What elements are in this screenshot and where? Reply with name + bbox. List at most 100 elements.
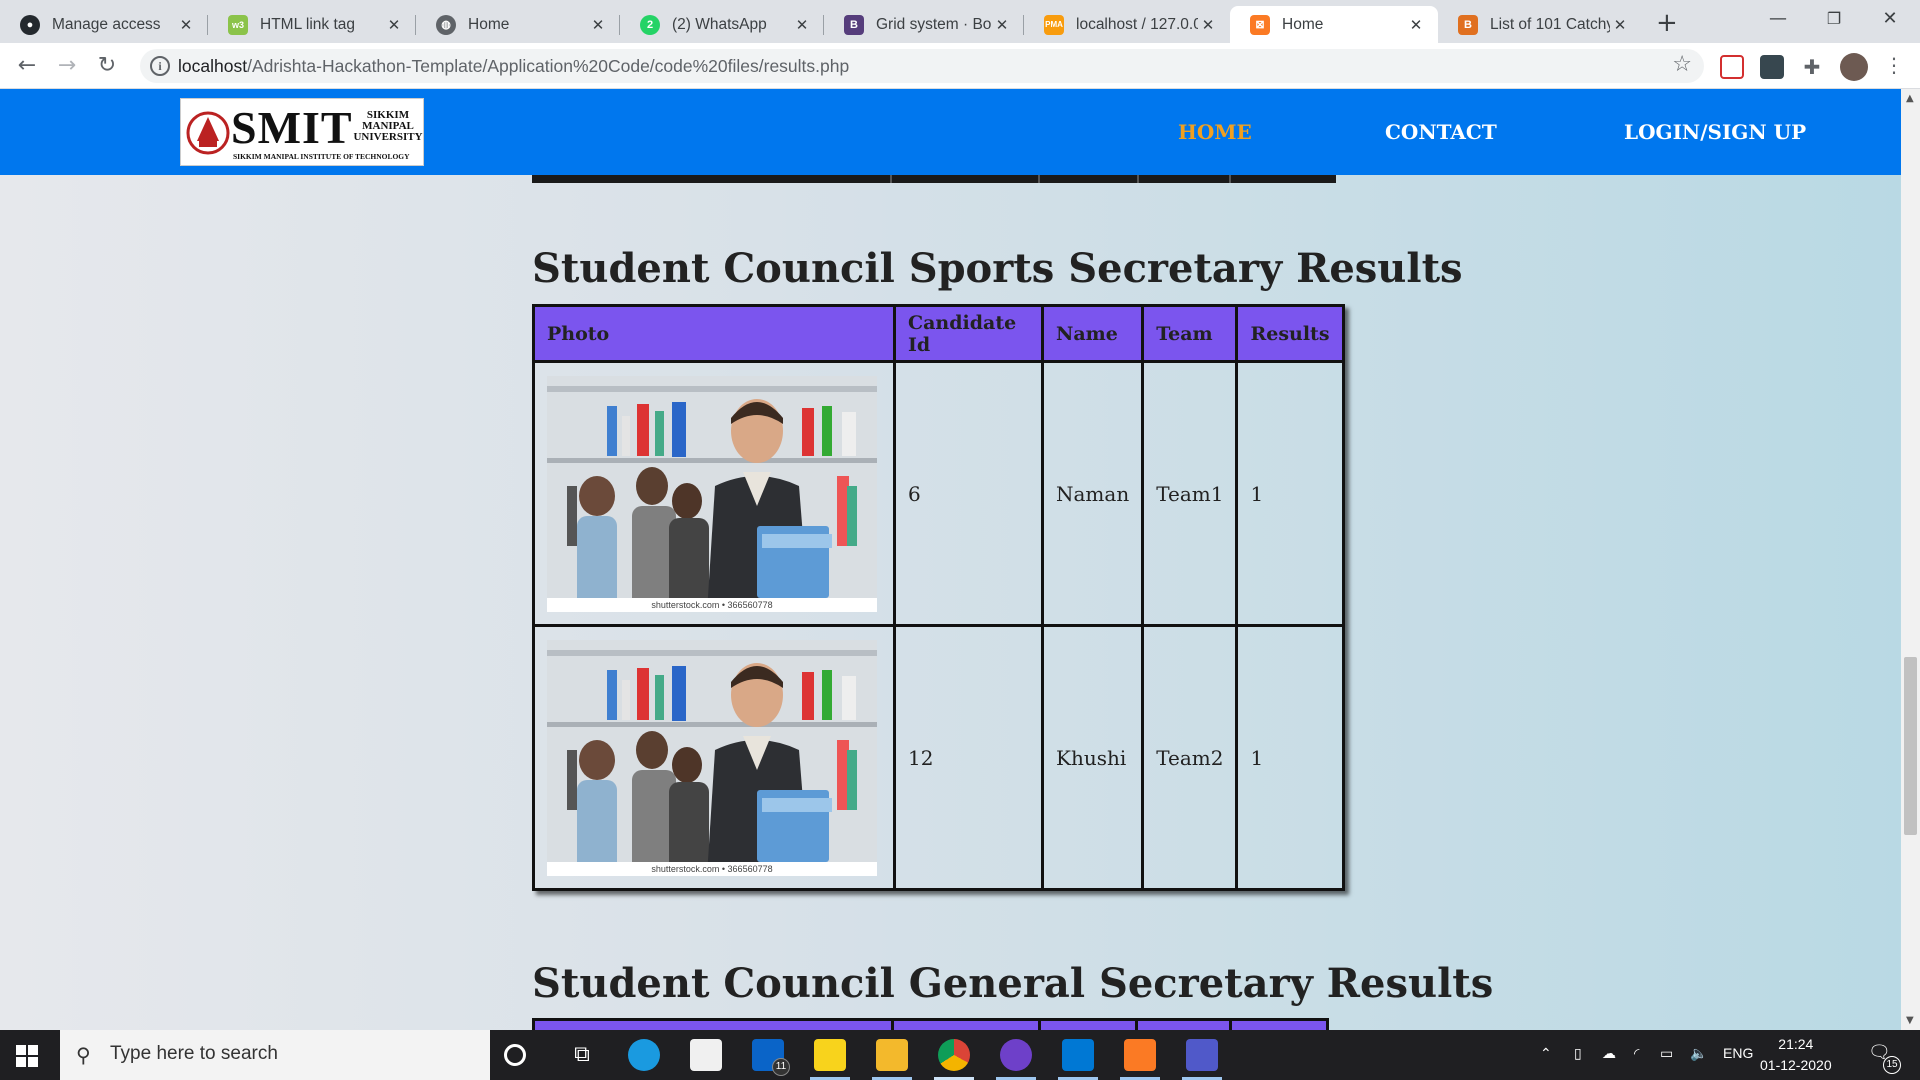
column-header-photo: Photo <box>532 304 896 363</box>
search-placeholder: Type here to search <box>110 1043 278 1064</box>
photo-cell: shutterstock.com • 366560778 <box>532 360 896 627</box>
team-cell: Team1 <box>1141 360 1239 627</box>
battery-icon[interactable]: ▭ <box>1660 1045 1673 1062</box>
xampp-icon: ⊠ <box>1250 14 1270 35</box>
name-cell: Khushi <box>1040 624 1145 891</box>
close-tab-icon[interactable]: ✕ <box>1406 16 1426 34</box>
windows-start-icon[interactable] <box>16 1045 38 1067</box>
bookmark-star-icon[interactable]: ☆ <box>1672 52 1692 77</box>
browser-toolbar: ← → ↻ i localhost/Adrishta-Hackathon-Tem… <box>0 43 1920 89</box>
photo-watermark: shutterstock.com • 366560778 <box>547 861 877 876</box>
volume-icon[interactable]: 🔈 <box>1690 1045 1707 1062</box>
close-window-button[interactable]: ✕ <box>1862 0 1918 40</box>
pocket-extension-icon[interactable] <box>1720 55 1744 79</box>
column-header-results: Results <box>1235 304 1345 363</box>
site-header: SMIT SIKKIM MANIPAL UNIVERSITY SIKKIM MANI… <box>0 89 1901 175</box>
whatsapp-icon: 2 <box>640 14 660 35</box>
nav-login-signup-link[interactable]: LOGIN/SIGN UP <box>1624 120 1806 144</box>
table-header-row: Photo Candidate Id Name Team Results <box>532 304 1345 363</box>
teams-icon[interactable] <box>1186 1039 1218 1071</box>
browser-tab[interactable]: PMA localhost / 127.0.0 ✕ <box>1024 6 1230 43</box>
cortana-icon[interactable] <box>504 1044 526 1066</box>
smit-logo[interactable]: SMIT SIKKIM MANIPAL UNIVERSITY SIKKIM MANI… <box>180 98 424 166</box>
restore-button[interactable]: ❐ <box>1806 0 1862 40</box>
url-path: /Adrishta-Hackathon-Template/Application… <box>247 56 850 76</box>
page-viewport: Student Council Sports Secretary Results… <box>0 89 1901 1030</box>
browser-tab-strip: ● Manage access ✕ w3 HTML link tag ✕ ◍ H… <box>0 0 1920 43</box>
news-extension-icon[interactable] <box>1760 55 1784 79</box>
logo-text: SMIT <box>231 102 353 153</box>
logo-subtitle: SIKKIM MANIPAL UNIVERSITY <box>353 109 423 143</box>
wifi-icon[interactable]: ◜ <box>1634 1045 1639 1062</box>
browser-tab[interactable]: 2 (2) WhatsApp ✕ <box>620 6 824 43</box>
url-host: localhost <box>178 56 248 76</box>
file-explorer-icon[interactable] <box>876 1039 908 1071</box>
notification-count-badge: 15 <box>1883 1056 1901 1074</box>
name-cell: Naman <box>1040 360 1145 627</box>
url-text[interactable]: localhost/Adrishta-Hackathon-Template/Ap… <box>178 56 849 77</box>
table-row: shutterstock.com • 366560778 12 Khushi T… <box>532 624 1345 891</box>
results-cell: 1 <box>1235 360 1345 627</box>
scroll-down-arrow-icon[interactable]: ▼ <box>1906 1015 1914 1026</box>
browser-menu-icon[interactable]: ⋮ <box>1884 53 1904 77</box>
browser-tab[interactable]: B Grid system · Boot ✕ <box>824 6 1024 43</box>
sticky-notes-icon[interactable] <box>814 1039 846 1071</box>
close-tab-icon[interactable]: ✕ <box>384 16 404 34</box>
language-indicator[interactable]: ENG <box>1723 1045 1753 1061</box>
nav-contact-link[interactable]: CONTACT <box>1385 120 1497 144</box>
edge-browser-icon[interactable] <box>628 1039 660 1071</box>
new-tab-button[interactable]: + <box>1656 8 1678 38</box>
clock-date: 01-12-2020 <box>1760 1057 1832 1073</box>
section-title: Student Council Sports Secretary Results <box>532 245 1463 292</box>
globe-icon: ◍ <box>436 14 456 35</box>
site-info-icon[interactable]: i <box>150 56 170 76</box>
close-tab-icon[interactable]: ✕ <box>792 16 812 34</box>
column-header-team: Team <box>1141 304 1239 363</box>
vscode-icon[interactable] <box>1062 1039 1094 1071</box>
scrollbar-thumb[interactable] <box>1904 657 1917 835</box>
w3schools-icon: w3 <box>228 14 248 35</box>
section-title: Student Council General Secretary Result… <box>532 960 1494 1007</box>
bootstrap-icon: B <box>844 14 864 35</box>
clock-time: 21:24 <box>1778 1036 1814 1052</box>
previous-table-bottom <box>532 175 1336 183</box>
tray-overflow-icon[interactable]: ⌃ <box>1540 1045 1552 1062</box>
task-view-icon[interactable]: ⧉ <box>566 1039 598 1071</box>
candidate-photo: shutterstock.com • 366560778 <box>547 375 877 612</box>
scroll-up-arrow-icon[interactable]: ▲ <box>1906 93 1914 104</box>
smit-seal-icon <box>186 111 230 155</box>
page-scrollbar[interactable]: ▲ ▼ <box>1901 89 1920 1030</box>
close-tab-icon[interactable]: ✕ <box>992 16 1012 34</box>
close-tab-icon[interactable]: ✕ <box>176 16 196 34</box>
back-button[interactable]: ← <box>12 51 42 81</box>
minimize-button[interactable]: — <box>1750 0 1806 40</box>
taskbar-search-box[interactable]: ⚲ Type here to search <box>60 1030 490 1080</box>
xampp-icon[interactable] <box>1124 1039 1156 1071</box>
browser-tab-active[interactable]: ⊠ Home ✕ <box>1230 6 1438 43</box>
chrome-icon[interactable] <box>938 1039 970 1071</box>
forward-button[interactable]: → <box>52 51 82 81</box>
close-tab-icon[interactable]: ✕ <box>588 16 608 34</box>
browser-tab[interactable]: ● Manage access ✕ <box>0 6 208 43</box>
reload-button[interactable]: ↻ <box>92 51 122 81</box>
candidate-id-cell: 6 <box>893 360 1044 627</box>
browser-tab[interactable]: w3 HTML link tag ✕ <box>208 6 416 43</box>
logo-footer-text: SIKKIM MANIPAL INSTITUTE OF TECHNOLOGY <box>233 152 410 161</box>
photo-watermark: shutterstock.com • 366560778 <box>547 597 877 612</box>
tray-device-icon[interactable]: ▯ <box>1574 1045 1582 1062</box>
results-cell: 1 <box>1235 624 1345 891</box>
browser-tab[interactable]: ◍ Home ✕ <box>416 6 620 43</box>
github-desktop-icon[interactable] <box>1000 1039 1032 1071</box>
taskbar-clock[interactable]: 21:24 01-12-2020 <box>1760 1034 1832 1076</box>
nav-home-link[interactable]: HOME <box>1178 120 1252 144</box>
microsoft-store-icon[interactable] <box>690 1039 722 1071</box>
address-bar[interactable]: i localhost/Adrishta-Hackathon-Template/… <box>140 49 1704 83</box>
extensions-puzzle-icon[interactable]: ✚ <box>1800 55 1824 79</box>
browser-tab[interactable]: B List of 101 Catchy ✕ <box>1438 6 1642 43</box>
blogger-icon: B <box>1458 14 1478 35</box>
close-tab-icon[interactable]: ✕ <box>1198 16 1218 34</box>
profile-avatar[interactable] <box>1840 53 1868 81</box>
close-tab-icon[interactable]: ✕ <box>1610 16 1630 34</box>
onedrive-icon[interactable]: ☁ <box>1602 1045 1616 1062</box>
github-icon: ● <box>20 14 40 35</box>
